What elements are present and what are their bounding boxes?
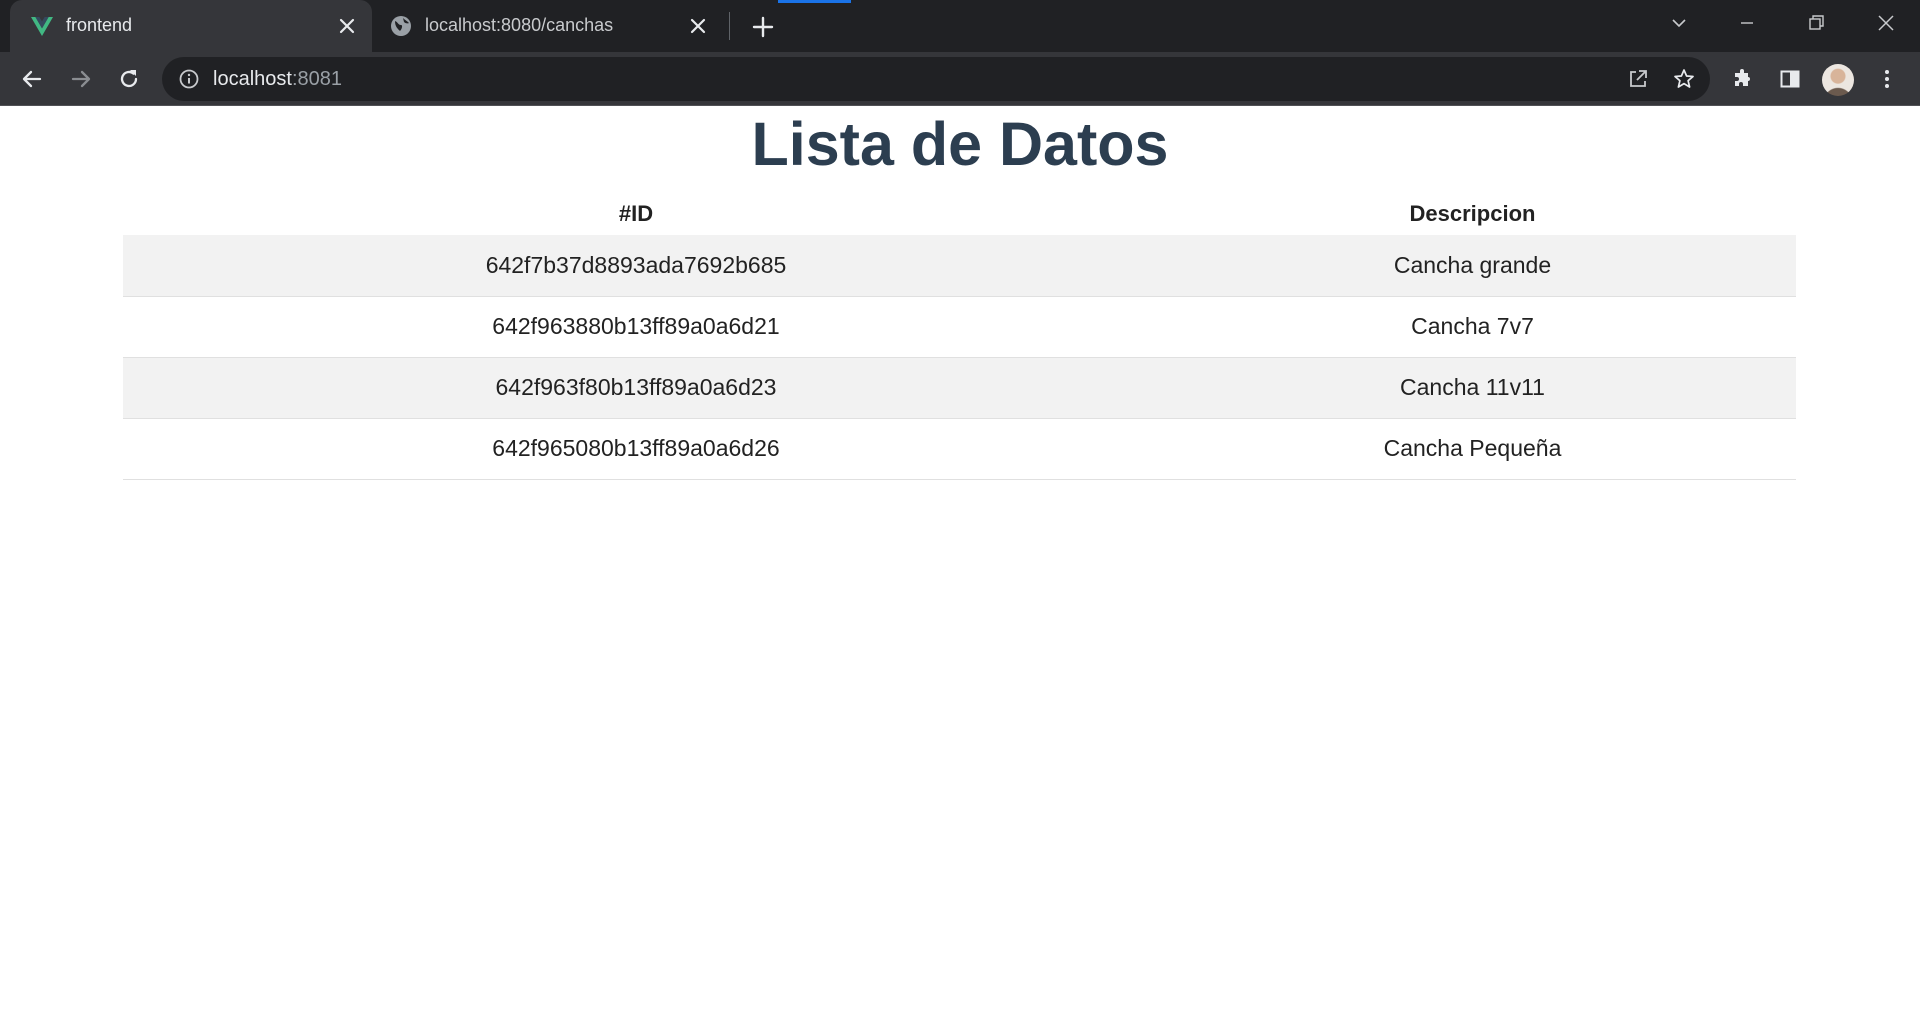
cell-description: Cancha Pequeña [1149,418,1796,480]
vue-logo-icon [30,14,54,38]
browser-toolbar: localhost:8081 [0,52,1920,106]
share-icon[interactable] [1626,67,1650,91]
address-bar[interactable]: localhost:8081 [162,57,1710,101]
tab-loading-indicator [778,0,851,3]
side-panel-icon[interactable] [1775,64,1805,94]
url-port: :8081 [291,68,342,90]
close-window-icon[interactable] [1866,8,1906,38]
info-icon[interactable] [178,68,200,90]
close-icon[interactable] [336,15,358,37]
browser-tabstrip: frontend localhost:8080/canchas [0,0,1920,52]
tab-frontend[interactable]: frontend [10,0,372,52]
column-header-id: #ID [618,201,654,226]
url-host: localhost [213,68,292,90]
back-arrow-icon[interactable] [17,64,47,94]
minimize-icon[interactable] [1727,8,1767,38]
avatar[interactable] [1822,64,1854,96]
table-row: 642f7b37d8893ada7692b685 Cancha grande [123,235,1796,297]
cell-id: 642f7b37d8893ada7692b685 [123,235,1149,297]
cell-description: Cancha 11v11 [1149,357,1796,419]
data-table: #ID Descripcion 642f7b37d8893ada7692b685… [123,193,1796,480]
new-tab-plus-icon[interactable] [748,12,778,42]
globe-icon [389,14,413,38]
tab-title: frontend [66,15,133,35]
tab-title: localhost:8080/canchas [425,15,614,35]
address-url: localhost:8081 [213,68,342,91]
table-row: 642f965080b13ff89a0a6d26 Cancha Pequeña [123,418,1796,480]
table-header-row: #ID Descripcion [123,193,1796,235]
page-title: Lista de Datos [751,110,1169,178]
cell-description: Cancha grande [1149,235,1796,297]
close-icon[interactable] [687,15,709,37]
page-content: Lista de Datos #ID Descripcion 642f7b37d… [0,107,1920,1018]
menu-kebab-icon[interactable] [1872,64,1902,94]
extensions-puzzle-icon[interactable] [1728,64,1758,94]
cell-id: 642f963880b13ff89a0a6d21 [123,296,1149,358]
cell-id: 642f963f80b13ff89a0a6d23 [123,357,1149,419]
tab-search-chevron-icon[interactable] [1659,8,1699,38]
bookmark-star-icon[interactable] [1672,67,1696,91]
table-row: 642f963f80b13ff89a0a6d23 Cancha 11v11 [123,357,1796,419]
restore-icon[interactable] [1796,8,1836,38]
column-header-description: Descripcion [1409,201,1536,226]
reload-icon[interactable] [114,64,144,94]
cell-description: Cancha 7v7 [1149,296,1796,358]
tab-localhost-canchas[interactable]: localhost:8080/canchas [375,0,723,52]
forward-arrow-icon[interactable] [66,64,96,94]
table-row: 642f963880b13ff89a0a6d21 Cancha 7v7 [123,296,1796,358]
tab-divider [729,12,730,40]
cell-id: 642f965080b13ff89a0a6d26 [123,418,1149,480]
